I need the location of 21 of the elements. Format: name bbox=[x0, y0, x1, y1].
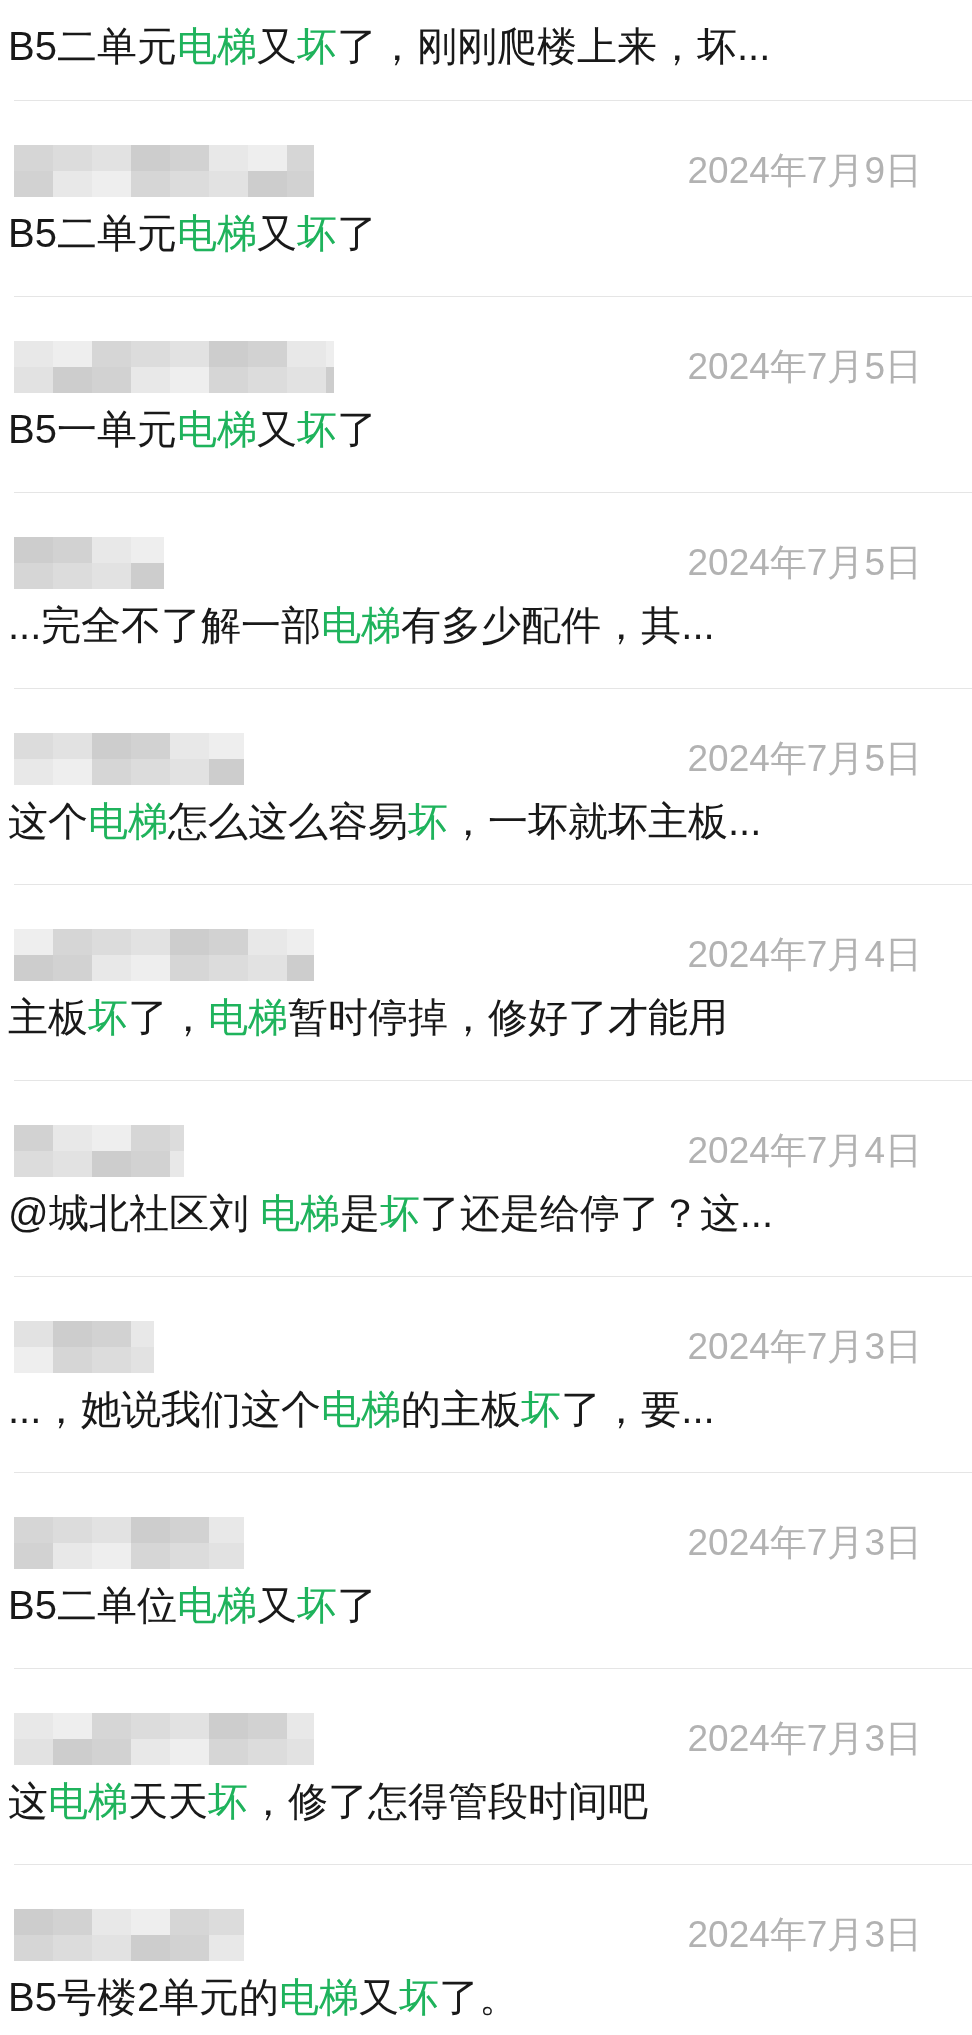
message-date: 2024年7月3日 bbox=[687, 1521, 922, 1565]
message-snippet[interactable]: 这电梯天天坏，修了怎得管段时间吧 bbox=[8, 1775, 648, 1827]
message-snippet[interactable]: B5二单元电梯又坏了，刚刚爬楼上来，坏... bbox=[8, 20, 771, 72]
message-snippet[interactable]: B5二单位电梯又坏了 bbox=[8, 1579, 377, 1631]
message-date: 2024年7月9日 bbox=[687, 149, 922, 193]
message-date: 2024年7月3日 bbox=[687, 1913, 922, 1957]
message-snippet[interactable]: ...，她说我们这个电梯的主板坏了，要... bbox=[8, 1383, 715, 1435]
message-snippet[interactable]: B5一单元电梯又坏了 bbox=[8, 403, 377, 455]
message-snippet[interactable]: 主板坏了，电梯暂时停掉，修好了才能用 bbox=[8, 991, 728, 1043]
message-date: 2024年7月5日 bbox=[687, 345, 922, 389]
message-snippet[interactable]: B5二单元电梯又坏了 bbox=[8, 207, 377, 259]
message-date: 2024年7月5日 bbox=[687, 541, 922, 585]
message-snippet[interactable]: ...完全不了解一部电梯有多少配件，其... bbox=[8, 599, 715, 651]
message-date: 2024年7月4日 bbox=[687, 933, 922, 977]
message-snippet[interactable]: B5号楼2单元的电梯又坏了。 bbox=[8, 1971, 520, 2023]
message-date: 2024年7月4日 bbox=[687, 1129, 922, 1173]
message-date: 2024年7月3日 bbox=[687, 1717, 922, 1761]
message-snippet[interactable]: 这个电梯怎么这么容易坏，一坏就坏主板... bbox=[8, 795, 762, 847]
message-date: 2024年7月5日 bbox=[687, 737, 922, 781]
message-date: 2024年7月3日 bbox=[687, 1325, 922, 1369]
message-snippet[interactable]: @城北社区刘 电梯是坏了还是给停了？这... bbox=[8, 1187, 774, 1239]
